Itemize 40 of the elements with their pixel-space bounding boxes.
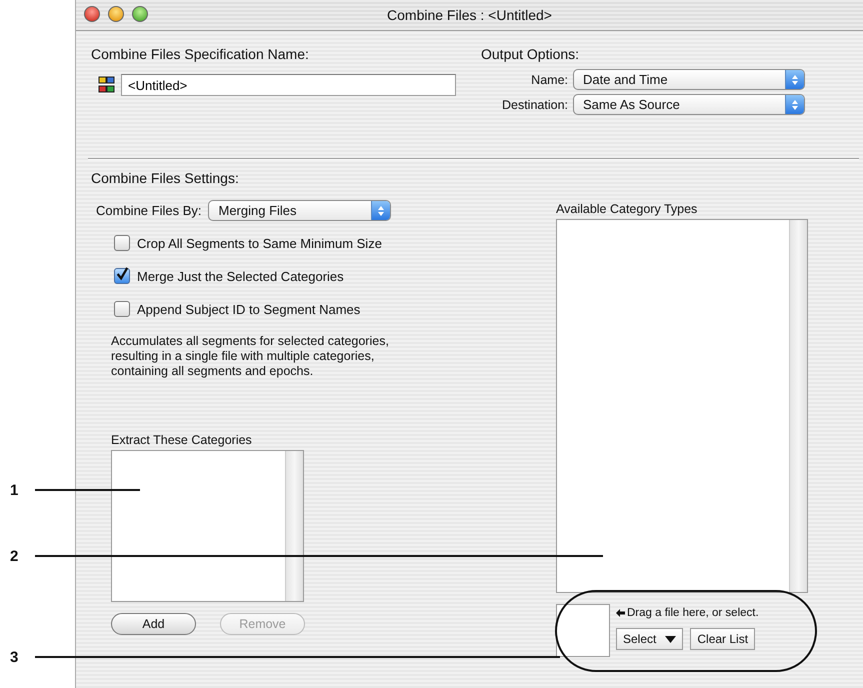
left-arrow-icon xyxy=(616,609,625,617)
clear-list-button[interactable]: Clear List xyxy=(690,628,756,650)
list-label: Available Category Types xyxy=(556,202,698,216)
updown-arrows-icon xyxy=(377,204,386,216)
zoom-button[interactable] xyxy=(132,6,148,22)
list-label: Extract These Categories xyxy=(111,433,253,447)
checkbox-label[interactable]: Merge Just the Selected Categories xyxy=(137,268,344,284)
updown-arrows-icon xyxy=(791,98,799,110)
caret-icon xyxy=(665,636,676,642)
popup-menu[interactable]: Same As Source xyxy=(573,94,805,115)
list-button[interactable]: Add xyxy=(111,613,196,635)
checkbox-label[interactable]: Append Subject ID to Segment Names xyxy=(137,302,360,316)
field-label: Name: xyxy=(530,72,569,86)
checkbox-label[interactable]: Crop All Segments to Same Minimum Size xyxy=(137,236,382,250)
field-label: Destination: xyxy=(500,98,569,112)
window-title: Combine Files : <Untitled> xyxy=(387,7,552,23)
section-heading: Combine Files Specification Name: xyxy=(91,46,310,62)
checkbox[interactable] xyxy=(114,235,130,251)
hint-text: Drag a file here, or select. xyxy=(627,607,759,619)
popup-menu[interactable]: Merging Files xyxy=(208,200,392,221)
section-heading: Combine Files Settings: xyxy=(91,170,240,186)
close-button[interactable] xyxy=(84,6,100,22)
callout-number: 2 xyxy=(9,548,20,564)
scrollbar[interactable] xyxy=(789,220,807,592)
callout-number: 1 xyxy=(9,482,20,498)
checkbox[interactable] xyxy=(114,301,130,317)
select-button[interactable]: Select xyxy=(616,628,684,650)
grid-icon xyxy=(98,76,116,94)
scrollbar[interactable] xyxy=(285,451,303,601)
list-box[interactable] xyxy=(111,450,304,602)
file-drop-area[interactable] xyxy=(556,604,610,657)
minimize-button[interactable] xyxy=(108,6,124,22)
specification-name-field[interactable]: <Untitled> xyxy=(121,74,456,96)
description-text: Accumulates all segments for selected categories, resulting in a single file with multiple categories, containing all segments and epochs. xyxy=(111,334,390,379)
callout-number: 3 xyxy=(9,648,20,666)
section-heading: Output Options: xyxy=(481,46,580,62)
popup-menu[interactable]: Date and Time xyxy=(573,69,805,90)
updown-arrows-icon xyxy=(791,74,799,86)
field-label: Combine Files By: xyxy=(96,203,202,218)
checkbox[interactable] xyxy=(114,268,130,284)
